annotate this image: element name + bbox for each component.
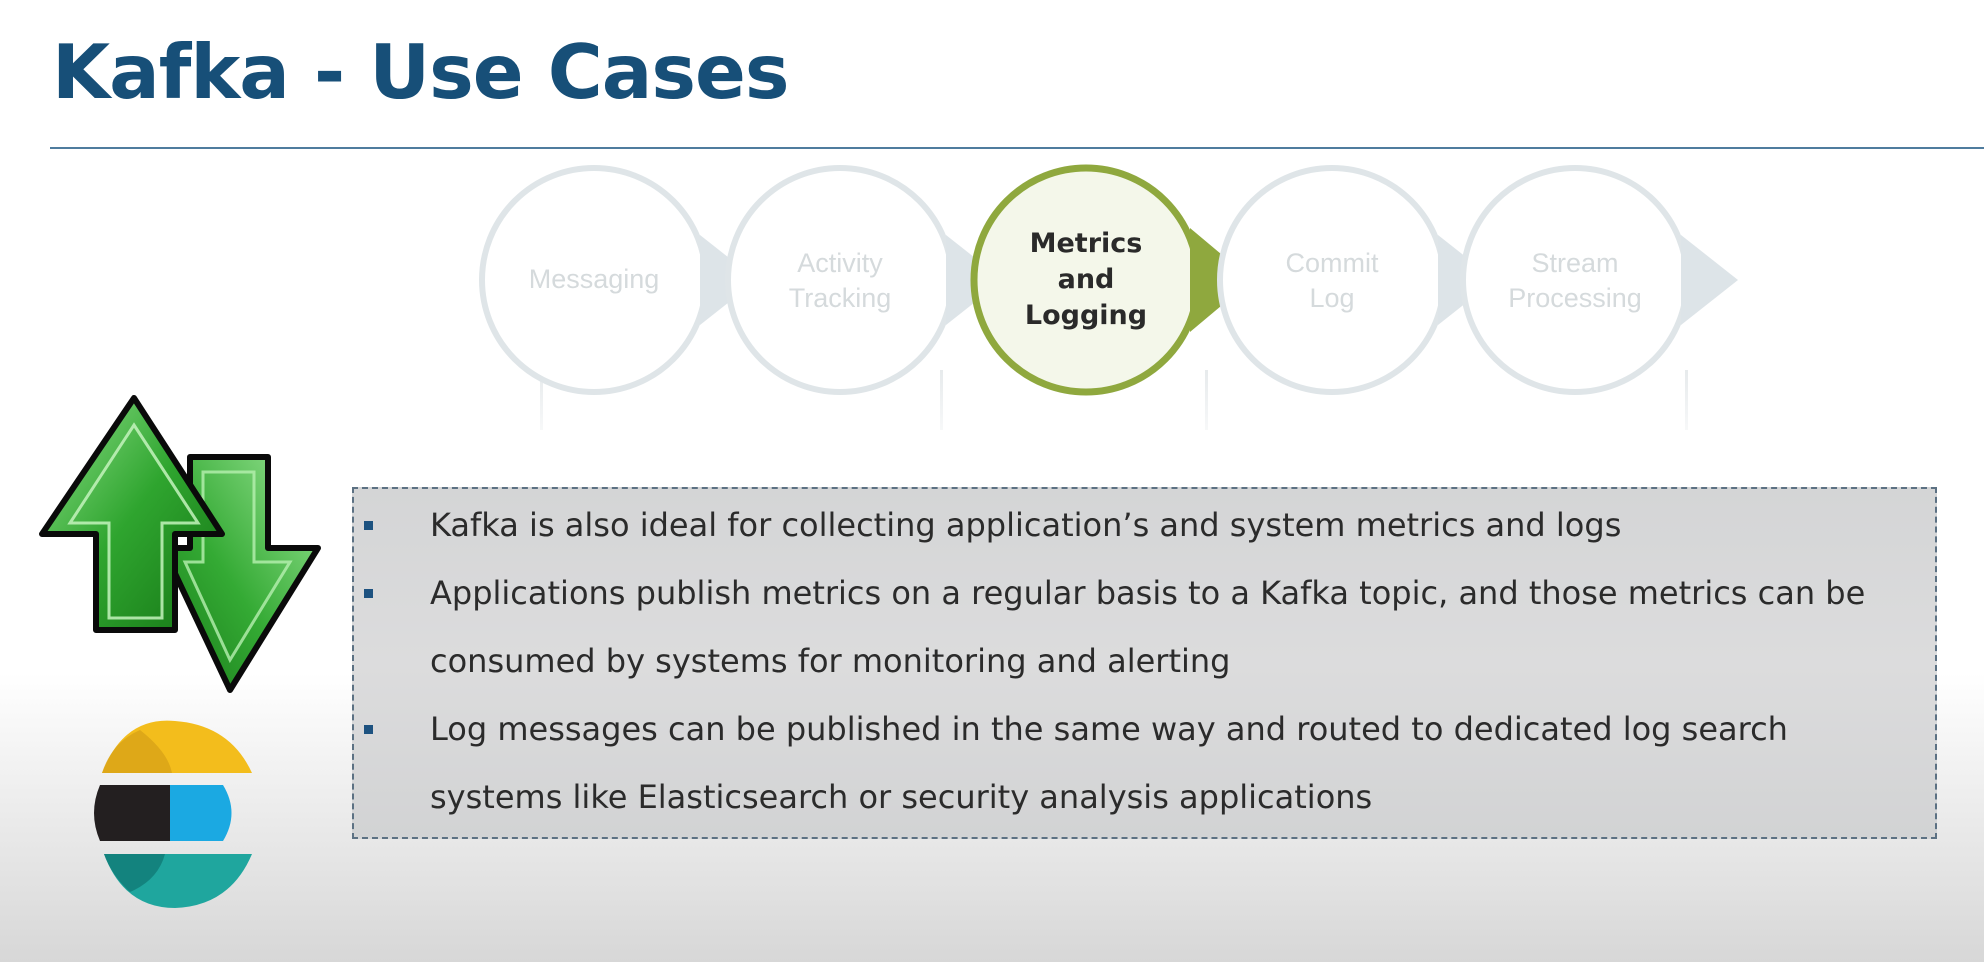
step-label-activity-tracking[interactable]: Activity Tracking	[740, 246, 940, 316]
use-case-steps: Messaging Activity Tracking Metrics and …	[0, 0, 1984, 430]
elasticsearch-logo	[94, 720, 252, 908]
square-bullet-icon	[364, 725, 373, 734]
bullet-item: Kafka is also ideal for collecting appli…	[354, 491, 1935, 559]
square-bullet-icon	[364, 589, 373, 598]
step-label-commit-log[interactable]: Commit Log	[1232, 246, 1432, 316]
bullet-item: Applications publish metrics on a regula…	[354, 559, 1935, 695]
left-illustrations	[0, 380, 340, 940]
transfer-arrows-icon	[39, 395, 321, 693]
step-label-messaging[interactable]: Messaging	[494, 262, 694, 297]
step-label-stream-processing[interactable]: Stream Processing	[1475, 246, 1675, 316]
steps-graphic	[479, 164, 1738, 430]
bullet-item: Log messages can be published in the sam…	[354, 695, 1935, 831]
step-label-metrics-logging[interactable]: Metrics and Logging	[986, 226, 1186, 334]
square-bullet-icon	[364, 521, 373, 530]
bullet-list: Kafka is also ideal for collecting appli…	[354, 491, 1935, 831]
bullet-panel: Kafka is also ideal for collecting appli…	[352, 487, 1937, 839]
